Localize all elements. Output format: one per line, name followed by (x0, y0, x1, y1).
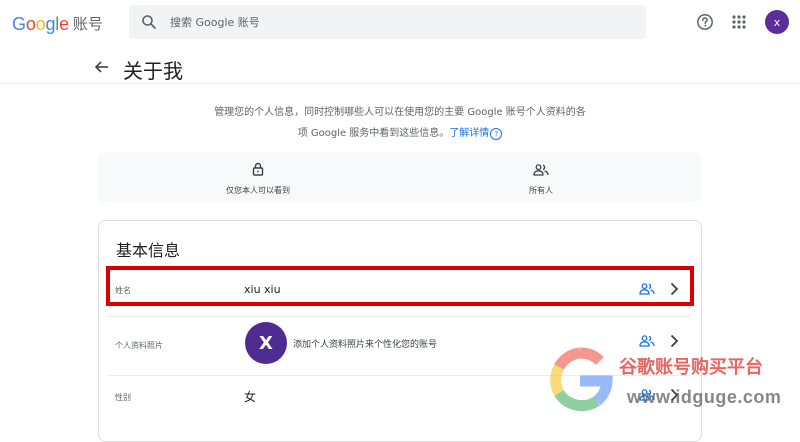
page-title: 关于我 (123, 59, 183, 83)
name-row-highlight (106, 266, 694, 306)
watermark-url: www.idguge.com (627, 387, 782, 407)
brand-letter-g: G (12, 14, 26, 34)
visibility-everyone: 所有人 (481, 161, 601, 196)
gender-value: 女 (244, 390, 257, 404)
header-divider (0, 83, 800, 84)
row-divider (108, 316, 690, 317)
description-line-2-text: 项 Google 服务中看到这些信息。 (297, 128, 450, 139)
visibility-only-you: 仅您本人可以看到 (198, 161, 318, 196)
description-line-1: 管理您的个人信息，同时控制哪些人可以在使用您的主要 Google 账号个人资料的… (214, 107, 586, 118)
photo-label: 个人资料照片 (115, 341, 163, 350)
gender-label: 性别 (115, 393, 131, 402)
top-bar: Google 账号 搜索 Google 账号 x (0, 0, 800, 48)
apps-icon[interactable] (727, 10, 751, 34)
basic-info-title: 基本信息 (116, 241, 181, 260)
visibility-legend: 仅您本人可以看到 所有人 (98, 152, 701, 202)
people-icon (533, 161, 549, 180)
google-wordmark: Google (12, 15, 69, 33)
brand-letter-g2: g (45, 14, 56, 34)
back-arrow-icon[interactable] (92, 57, 112, 77)
visibility-everyone-label: 所有人 (529, 186, 553, 195)
page-description: 管理您的个人信息，同时控制哪些人可以在使用您的主要 Google 账号个人资料的… (158, 102, 642, 144)
learn-more-link[interactable]: 了解详情 (449, 128, 489, 139)
google-account-logo[interactable]: Google 账号 (12, 12, 103, 36)
help-icon[interactable] (693, 10, 717, 34)
brand-letter-e: e (59, 14, 69, 34)
photo-hint: 添加个人资料照片来个性化您的账号 (293, 340, 438, 350)
description-line-2: 项 Google 服务中看到这些信息。了解详情? (158, 123, 642, 144)
visibility-only-you-label: 仅您本人可以看到 (226, 186, 290, 195)
account-avatar[interactable]: x (765, 10, 789, 34)
profile-photo-avatar[interactable]: X (245, 322, 287, 364)
google-g-logo-icon (550, 347, 613, 412)
search-bar[interactable]: 搜索 Google 账号 (129, 5, 646, 39)
brand-letter-o1: o (25, 14, 36, 34)
lock-icon (252, 161, 264, 180)
search-icon[interactable] (141, 14, 157, 30)
brand-letter-o2: o (35, 14, 46, 34)
search-input[interactable]: 搜索 Google 账号 (170, 14, 260, 30)
header-actions: x (688, 9, 791, 35)
watermark: 谷歌账号购买平台 www.idguge.com (545, 345, 800, 419)
help-circle-icon[interactable]: ? (490, 128, 503, 140)
product-name: 账号 (72, 14, 103, 33)
watermark-text: 谷歌账号购买平台 (619, 357, 763, 378)
